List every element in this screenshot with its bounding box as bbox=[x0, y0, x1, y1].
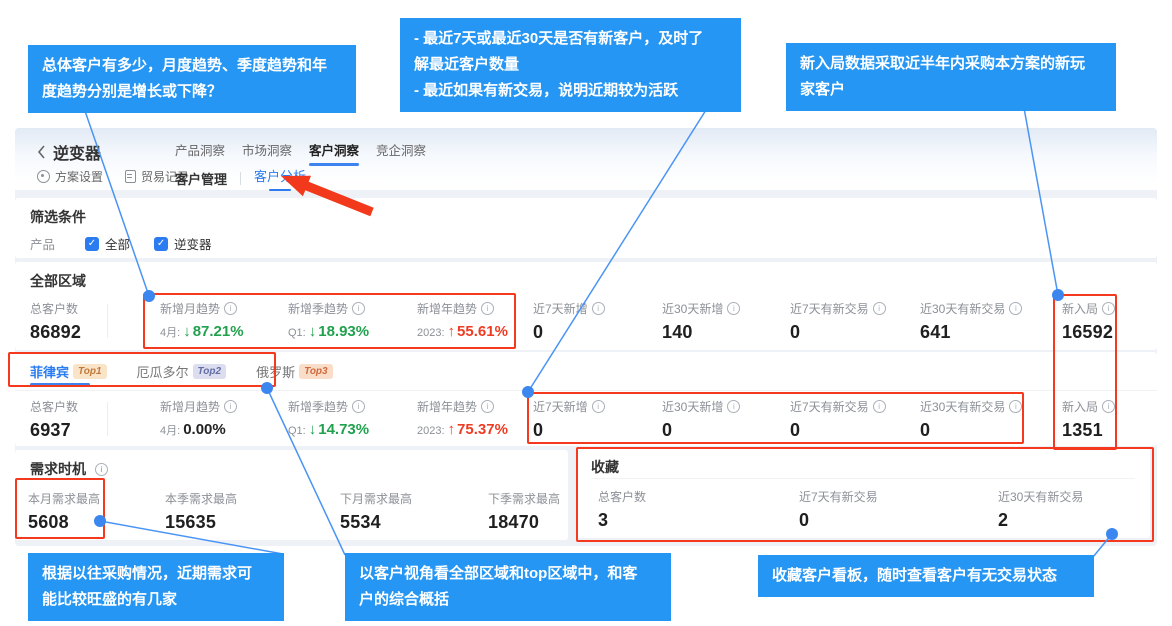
region-tab-philippines[interactable]: 菲律宾 Top1 bbox=[30, 362, 107, 381]
stat-demand-next-quarter: 下季需求最高 18470 bbox=[488, 490, 560, 533]
all-region-title: 全部区域 bbox=[30, 271, 86, 291]
filter-card: 筛选条件 产品 全部 逆变器 bbox=[15, 198, 1157, 258]
stat-trade-7d: 近7天有新交易 0 bbox=[790, 398, 886, 441]
column-divider bbox=[107, 304, 108, 338]
demand-timing-title: 需求时机 bbox=[30, 459, 108, 479]
stat-demand-this-month: 本月需求最高 5608 bbox=[28, 490, 100, 533]
settings-icon bbox=[37, 170, 50, 183]
info-icon[interactable] bbox=[352, 400, 365, 413]
info-icon[interactable] bbox=[1009, 400, 1022, 413]
info-icon[interactable] bbox=[592, 302, 605, 315]
favorites-separator bbox=[591, 478, 1135, 479]
region-tab-ecuador[interactable]: 厄瓜多尔 Top2 bbox=[137, 362, 227, 381]
tabs-separator bbox=[15, 390, 1157, 391]
stat-year-trend: 新增年趋势 2023:↑55.61% bbox=[417, 300, 508, 341]
info-icon[interactable] bbox=[224, 302, 237, 315]
annotation-bottom-middle: 以客户视角看全部区域和top区域中，和客 户的综合概括 bbox=[345, 553, 671, 621]
annotation-bottom-left: 根据以往采购情况，近期需求可 能比较旺盛的有几家 bbox=[28, 553, 284, 621]
stat-trade-30d: 近30天有新交易 641 bbox=[920, 300, 1022, 343]
region-tabs: 菲律宾 Top1 厄瓜多尔 Top2 俄罗斯 Top3 bbox=[30, 362, 363, 381]
checkbox-all-label: 全部 bbox=[105, 234, 130, 253]
annotation-bottom-right: 收藏客户看板，随时查看客户有无交易状态 bbox=[758, 555, 1094, 597]
demand-timing-card: 需求时机 本月需求最高 5608 本季需求最高 15635 下月需求最高 553… bbox=[15, 450, 568, 540]
subtab-divider bbox=[240, 172, 241, 185]
plan-settings-link[interactable]: 方案设置 bbox=[37, 168, 103, 185]
stat-fav-trade-30d: 近30天有新交易 2 bbox=[998, 488, 1083, 531]
info-icon[interactable] bbox=[481, 302, 494, 315]
stat-new-entrants: 新入局 1351 bbox=[1062, 398, 1115, 441]
app-window: 逆变器 产品洞察 市场洞察 客户洞察 竞企洞察 方案设置 贸易记录 客户管理 客… bbox=[15, 128, 1157, 546]
info-icon[interactable] bbox=[352, 302, 365, 315]
stat-month-trend: 新增月趋势 4月:0.00% bbox=[160, 398, 237, 439]
checkbox-checked-icon bbox=[154, 237, 168, 251]
stat-new-7d: 近7天新增 0 bbox=[533, 300, 605, 343]
checkbox-all[interactable]: 全部 bbox=[85, 234, 130, 253]
column-divider bbox=[107, 402, 108, 436]
tab-customer-insight[interactable]: 客户洞察 bbox=[309, 140, 359, 166]
main-tabs: 产品洞察 市场洞察 客户洞察 竞企洞察 bbox=[175, 140, 443, 166]
back-button[interactable]: 逆变器 bbox=[37, 140, 101, 164]
plan-settings-label: 方案设置 bbox=[55, 168, 103, 185]
region-tab-russia[interactable]: 俄罗斯 Top3 bbox=[256, 362, 333, 381]
info-icon[interactable] bbox=[95, 463, 108, 476]
stat-total-customers: 总客户数 86892 bbox=[30, 300, 81, 343]
info-icon[interactable] bbox=[1102, 302, 1115, 315]
stat-new-30d: 近30天新增 0 bbox=[662, 398, 740, 441]
stat-fav-total: 总客户数 3 bbox=[598, 488, 646, 531]
info-icon[interactable] bbox=[727, 302, 740, 315]
favorites-card: 收藏 总客户数 3 近7天有新交易 0 近30天有新交易 2 bbox=[576, 448, 1150, 538]
info-icon[interactable] bbox=[727, 400, 740, 413]
subtab-customer-analysis[interactable]: 客户分析 bbox=[254, 166, 306, 191]
annotation-top-left: 总体客户有多少，月度趋势、季度趋势和年 度趋势分别是增长或下降？ bbox=[28, 45, 356, 113]
info-icon[interactable] bbox=[1009, 302, 1022, 315]
stat-trade-7d: 近7天有新交易 0 bbox=[790, 300, 886, 343]
stat-trade-30d: 近30天有新交易 0 bbox=[920, 398, 1022, 441]
tab-product-insight[interactable]: 产品洞察 bbox=[175, 140, 225, 166]
info-icon[interactable] bbox=[592, 400, 605, 413]
stat-total-customers: 总客户数 6937 bbox=[30, 398, 78, 441]
filter-field-label: 产品 bbox=[30, 234, 85, 253]
stat-year-trend: 新增年趋势 2023:↑75.37% bbox=[417, 398, 508, 439]
info-icon[interactable] bbox=[224, 400, 237, 413]
top3-badge: Top3 bbox=[299, 364, 333, 379]
stat-new-entrants: 新入局 16592 bbox=[1062, 300, 1115, 343]
filter-title: 筛选条件 bbox=[30, 207, 86, 227]
page-title: 逆变器 bbox=[53, 140, 101, 164]
document-icon bbox=[125, 170, 136, 183]
info-icon[interactable] bbox=[873, 400, 886, 413]
tab-market-insight[interactable]: 市场洞察 bbox=[242, 140, 292, 166]
back-chevron-icon bbox=[37, 145, 46, 159]
checkbox-checked-icon bbox=[85, 237, 99, 251]
sub-tabs: 客户管理 客户分析 bbox=[175, 166, 306, 191]
quick-links: 方案设置 贸易记录 bbox=[37, 168, 189, 185]
filter-row: 产品 全部 逆变器 bbox=[30, 234, 236, 253]
subtab-customer-management[interactable]: 客户管理 bbox=[175, 169, 227, 188]
annotation-top-middle: - 最近7天或最近30天是否有新客户，及时了 解最近客户数量 - 最近如果有新交… bbox=[400, 18, 741, 112]
all-region-card: 全部区域 总客户数 86892 新增月趋势 4月:↓87.21% 新增季趋势 Q… bbox=[15, 262, 1157, 350]
top2-badge: Top2 bbox=[193, 364, 227, 379]
stat-quarter-trend: 新增季趋势 Q1:↓18.93% bbox=[288, 300, 369, 341]
checkbox-inverter[interactable]: 逆变器 bbox=[154, 234, 212, 253]
tab-competitor-insight[interactable]: 竞企洞察 bbox=[376, 140, 426, 166]
stat-new-30d: 近30天新增 140 bbox=[662, 300, 740, 343]
stat-month-trend: 新增月趋势 4月:↓87.21% bbox=[160, 300, 244, 341]
stat-quarter-trend: 新增季趋势 Q1:↓14.73% bbox=[288, 398, 369, 439]
active-region-tab-underline bbox=[30, 383, 90, 386]
info-icon[interactable] bbox=[873, 302, 886, 315]
info-icon[interactable] bbox=[1102, 400, 1115, 413]
page-header: 逆变器 产品洞察 市场洞察 客户洞察 竞企洞察 方案设置 贸易记录 客户管理 客… bbox=[15, 128, 1157, 190]
info-icon[interactable] bbox=[481, 400, 494, 413]
stat-new-7d: 近7天新增 0 bbox=[533, 398, 605, 441]
favorites-title: 收藏 bbox=[591, 457, 619, 477]
checkbox-inverter-label: 逆变器 bbox=[174, 234, 212, 253]
top-region-card: 菲律宾 Top1 厄瓜多尔 Top2 俄罗斯 Top3 总客户数 6937 新增… bbox=[15, 352, 1157, 446]
annotation-top-right: 新入局数据采取近半年内采购本方案的新玩 家客户 bbox=[786, 43, 1116, 111]
stat-demand-next-month: 下月需求最高 5534 bbox=[340, 490, 412, 533]
stat-fav-trade-7d: 近7天有新交易 0 bbox=[799, 488, 878, 531]
stat-demand-this-quarter: 本季需求最高 15635 bbox=[165, 490, 237, 533]
top1-badge: Top1 bbox=[73, 364, 107, 379]
